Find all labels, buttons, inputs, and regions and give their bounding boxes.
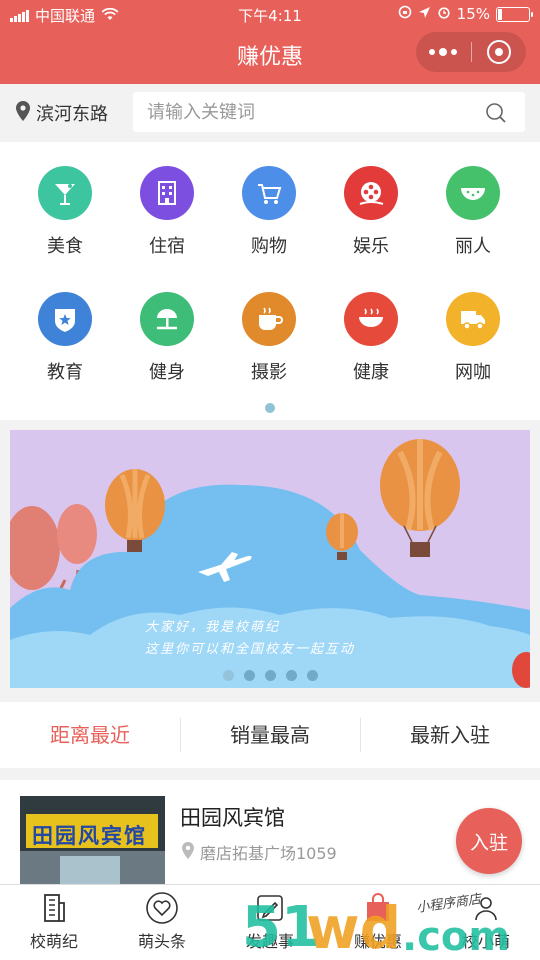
more-button[interactable] bbox=[416, 47, 471, 56]
nav-label: 萌头条 bbox=[137, 932, 186, 951]
sort-tabs: 距离最近 销量最高 最新入驻 bbox=[0, 702, 540, 768]
shop-thumbnail: 田园风宾馆 bbox=[20, 796, 165, 896]
miniprogram-capsule bbox=[416, 32, 526, 72]
category-label: 购物 bbox=[251, 236, 287, 257]
nav-item-xiaomengji[interactable]: 校萌纪 bbox=[0, 885, 108, 960]
film-reel-icon bbox=[344, 166, 398, 220]
location-arrow-icon bbox=[418, 5, 431, 23]
map-pin-icon bbox=[16, 100, 30, 126]
bowl-icon bbox=[344, 292, 398, 346]
tab-best-selling[interactable]: 销量最高 bbox=[180, 702, 360, 768]
category-label: 健康 bbox=[353, 362, 389, 383]
tab-nearest[interactable]: 距离最近 bbox=[0, 702, 180, 768]
category-page-indicator bbox=[265, 403, 275, 413]
category-grid: 美食 住宿 购物 娱乐 丽人 教育 健身 摄影 健康 网咖 bbox=[0, 142, 540, 420]
nav-item-deals[interactable]: 赚优惠 bbox=[324, 885, 432, 960]
banner-caption-line1: 大家好，我是校萌纪 bbox=[145, 620, 281, 635]
category-item-entertainment[interactable]: 娱乐 bbox=[321, 166, 421, 258]
category-label: 住宿 bbox=[149, 236, 185, 257]
battery-level bbox=[498, 8, 502, 20]
rotation-lock-icon bbox=[398, 5, 412, 23]
banner-carousel[interactable]: 大家好，我是校萌纪 这里你可以和全国校友一起互动 bbox=[10, 430, 530, 688]
category-label: 网咖 bbox=[455, 362, 491, 383]
nav-item-headlines[interactable]: 萌头条 bbox=[108, 885, 216, 960]
search-box bbox=[133, 92, 525, 132]
battery-icon bbox=[496, 6, 533, 22]
cup-icon bbox=[242, 292, 296, 346]
bottom-nav: 校萌纪 萌头条 发趣事 赚优惠 校小萌 bbox=[0, 884, 540, 960]
cart-icon bbox=[242, 166, 296, 220]
category-label: 健身 bbox=[149, 362, 185, 383]
banner-dot[interactable] bbox=[285, 670, 297, 681]
category-label: 教育 bbox=[47, 362, 83, 383]
banner-dot[interactable] bbox=[264, 670, 276, 681]
person-icon bbox=[432, 891, 540, 925]
tree-icon bbox=[140, 292, 194, 346]
nav-label: 校萌纪 bbox=[29, 932, 78, 951]
category-label: 摄影 bbox=[251, 362, 287, 383]
shop-address: 磨店拓基广场1059 bbox=[182, 840, 337, 864]
title-bar: 赚优惠 bbox=[0, 28, 540, 84]
nav-label: 发趣事 bbox=[245, 932, 294, 951]
close-miniprogram-button[interactable] bbox=[471, 40, 526, 64]
category-item-beauty[interactable]: 丽人 bbox=[423, 166, 523, 258]
shop-sign-text: 田园风宾馆 bbox=[32, 824, 147, 848]
shop-name: 田园风宾馆 bbox=[180, 806, 285, 830]
location-label: 滨河东路 bbox=[36, 104, 108, 125]
battery-percent: 15% bbox=[456, 5, 490, 23]
tab-newest[interactable]: 最新入驻 bbox=[360, 702, 540, 768]
banner-caption-line2: 这里你可以和全国校友一起互动 bbox=[145, 642, 356, 657]
banner-dot[interactable] bbox=[222, 670, 234, 681]
banner-dot[interactable] bbox=[243, 670, 255, 681]
more-dots-icon bbox=[429, 48, 436, 55]
category-item-fitness[interactable]: 健身 bbox=[117, 292, 217, 384]
category-label: 丽人 bbox=[455, 236, 491, 257]
map-pin-icon bbox=[182, 841, 194, 863]
badge-star-icon bbox=[38, 292, 92, 346]
search-input[interactable] bbox=[147, 92, 467, 132]
truck-icon bbox=[446, 292, 500, 346]
search-icon[interactable] bbox=[485, 102, 507, 128]
banner-page-indicator bbox=[10, 670, 530, 681]
nav-label: 赚优惠 bbox=[353, 932, 402, 951]
search-row: 滨河东路 bbox=[0, 84, 540, 142]
banner-section: 大家好，我是校萌纪 这里你可以和全国校友一起互动 bbox=[0, 420, 540, 702]
status-bar: 中国联通 下午4:11 15% bbox=[0, 0, 540, 28]
location-selector[interactable]: 滨河东路 bbox=[16, 100, 108, 126]
building-icon bbox=[140, 166, 194, 220]
app-root: 中国联通 下午4:11 15% 赚优惠 滨河东路 请输入关键词 美食 住宿 购物… bbox=[0, 0, 540, 960]
category-item-shopping[interactable]: 购物 bbox=[219, 166, 319, 258]
join-fab-button[interactable]: 入驻 bbox=[456, 808, 522, 874]
balloon-large bbox=[380, 439, 460, 557]
category-item-internet-cafe[interactable]: 网咖 bbox=[423, 292, 523, 384]
nav-item-xiaoxiaomeng[interactable]: 校小萌 bbox=[432, 885, 540, 960]
alarm-icon bbox=[437, 5, 451, 23]
category-label: 美食 bbox=[47, 236, 83, 257]
banner-dot[interactable] bbox=[306, 670, 318, 681]
category-item-education[interactable]: 教育 bbox=[15, 292, 115, 384]
tree-left bbox=[10, 506, 60, 590]
watermelon-icon bbox=[446, 166, 500, 220]
cocktail-icon bbox=[38, 166, 92, 220]
pen-icon bbox=[216, 891, 324, 925]
category-item-photography[interactable]: 摄影 bbox=[219, 292, 319, 384]
bag-icon bbox=[324, 891, 432, 925]
category-label: 娱乐 bbox=[353, 236, 389, 257]
nav-item-post[interactable]: 发趣事 bbox=[216, 885, 324, 960]
building-outline-icon bbox=[0, 891, 108, 925]
category-item-health[interactable]: 健康 bbox=[321, 292, 421, 384]
shop-address-text: 磨店拓基广场1059 bbox=[200, 844, 337, 863]
target-icon bbox=[486, 40, 511, 64]
nav-label: 校小萌 bbox=[461, 932, 510, 951]
category-item-lodging[interactable]: 住宿 bbox=[117, 166, 217, 258]
heart-outline-icon bbox=[108, 891, 216, 925]
category-item-food[interactable]: 美食 bbox=[15, 166, 115, 258]
